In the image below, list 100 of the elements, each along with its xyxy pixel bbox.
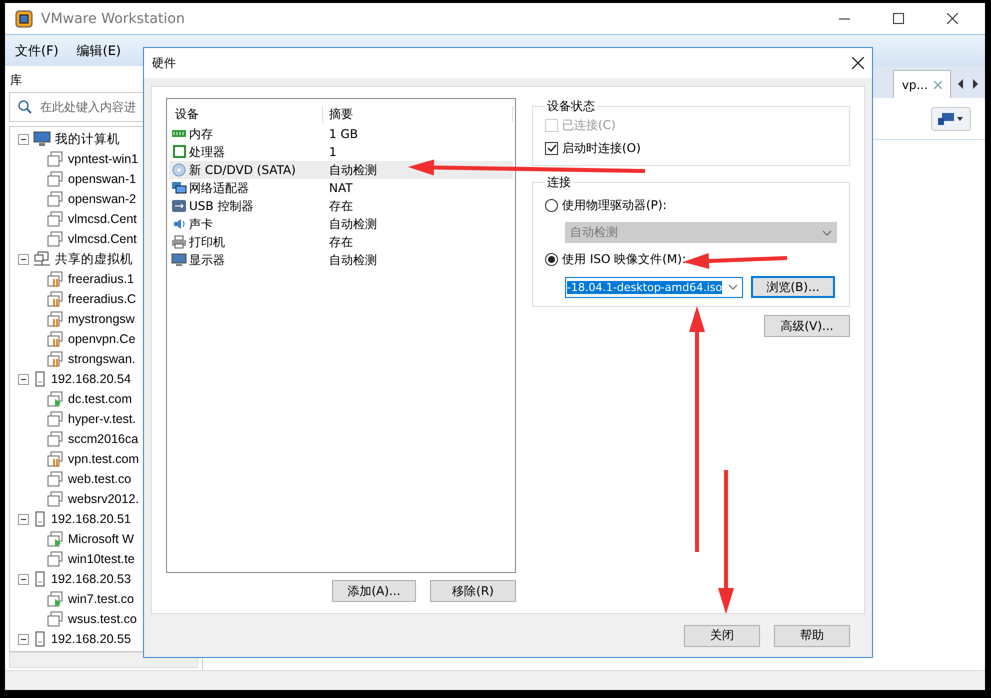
virtual-machine-icon: [46, 150, 64, 168]
virtual-machine-icon: [46, 170, 64, 188]
shared-machine-icon: [46, 290, 64, 308]
device-row[interactable]: 处理器 1: [169, 143, 513, 161]
virtual-machine-icon: [46, 230, 64, 248]
radio-button[interactable]: [545, 253, 558, 266]
tree-item[interactable]: Microsoft W: [68, 532, 134, 546]
group-title: 连接: [546, 174, 572, 191]
window-title: VMware Workstation: [41, 10, 186, 26]
device-row[interactable]: 网络适配器 NAT: [169, 179, 513, 197]
shared-machine-icon: [46, 310, 64, 328]
virtual-machine-icon: [46, 550, 64, 568]
virtual-machine-icon: [46, 490, 64, 508]
close-icon[interactable]: [852, 57, 864, 69]
tab-scroll-arrows-icon[interactable]: [957, 79, 979, 89]
running-machine-icon: [46, 590, 64, 608]
shared-machine-icon: [46, 270, 64, 288]
tree-item[interactable]: win10test.te: [68, 552, 135, 566]
tree-item[interactable]: 192.168.20.54: [51, 372, 131, 386]
server-icon: [33, 571, 47, 587]
checkbox-option[interactable]: 启动时连接(O): [545, 140, 837, 157]
virtual-machine-icon: [46, 190, 64, 208]
tree-item[interactable]: hyper-v.test.: [68, 412, 136, 426]
dropdown-caret-icon: [822, 230, 832, 236]
tree-item[interactable]: vlmcsd.Cent: [68, 212, 137, 226]
tree-item[interactable]: 共享的虚拟机: [55, 250, 133, 268]
server-icon: [33, 511, 47, 527]
running-machine-icon: [46, 390, 64, 408]
checkbox[interactable]: [545, 142, 558, 155]
virtual-machine-icon: [46, 610, 64, 628]
tree-item[interactable]: openswan-1: [68, 172, 136, 186]
dropdown-caret-icon: [728, 284, 738, 290]
tree-item[interactable]: 192.168.20.51: [51, 512, 131, 526]
tree-item[interactable]: websrv2012.: [68, 492, 139, 506]
search-icon: [18, 100, 32, 114]
collapse-icon[interactable]: [18, 374, 29, 384]
shared-machine-icon: [46, 350, 64, 368]
tree-item[interactable]: 我的计算机: [55, 130, 120, 148]
monitor-icon: [33, 131, 51, 147]
shared-machine-icon: [46, 330, 64, 348]
device-row[interactable]: 声卡 自动检测: [169, 215, 513, 233]
monitor-icon: [171, 253, 187, 267]
collapse-icon[interactable]: [18, 254, 29, 264]
device-row[interactable]: 显示器 自动检测: [169, 251, 513, 269]
virtual-machine-icon: [46, 210, 64, 228]
app-logo-icon: [15, 10, 33, 28]
running-machine-icon: [46, 530, 64, 548]
disc-icon: [171, 163, 187, 177]
server-icon: [33, 631, 47, 647]
tree-item[interactable]: web.test.co: [68, 472, 132, 486]
network-adapter-icon: [171, 181, 187, 195]
tree-item[interactable]: freeradius.1: [68, 272, 134, 286]
collapse-icon[interactable]: [18, 134, 29, 144]
virtual-machine-icon: [46, 470, 64, 488]
menu-item[interactable]: 编辑(E): [76, 42, 121, 60]
tree-item[interactable]: openswan-2: [68, 192, 136, 206]
virtual-machine-icon: [46, 410, 64, 428]
tree-item[interactable]: vpn.test.com: [68, 452, 139, 466]
column-header[interactable]: 设备: [169, 106, 323, 122]
device-row[interactable]: 打印机 存在: [169, 233, 513, 251]
tree-item[interactable]: mystrongsw: [68, 312, 135, 326]
collapse-icon[interactable]: [18, 514, 29, 524]
network-computers-icon: [33, 251, 51, 267]
display-mode-button[interactable]: [931, 106, 971, 130]
shared-machine-icon: [46, 450, 64, 468]
dialog-button[interactable]: 帮助: [774, 624, 850, 646]
column-header[interactable]: 摘要: [323, 106, 513, 122]
virtual-machine-icon: [46, 430, 64, 448]
tree-item[interactable]: 192.168.20.55: [51, 632, 131, 646]
collapse-icon[interactable]: [18, 574, 29, 584]
tree-item[interactable]: strongswan.: [68, 352, 136, 366]
device-row[interactable]: 新 CD/DVD (SATA) 自动检测: [169, 161, 513, 179]
minimize-icon: [838, 18, 850, 20]
windows-icon: [938, 112, 964, 124]
tab[interactable]: vp...: [892, 70, 951, 98]
tree-item[interactable]: sccm2016ca: [68, 432, 138, 446]
tree-item[interactable]: win7.test.co: [68, 592, 134, 606]
speaker-icon: [171, 217, 187, 231]
library-title: 库: [9, 72, 23, 89]
menu-item[interactable]: 文件(F): [15, 42, 59, 60]
iso-path-field[interactable]: -18.04.1-desktop-amd64.iso: [565, 276, 743, 298]
server-icon: [33, 371, 47, 387]
browse-button[interactable]: 浏览(B)...: [751, 276, 835, 298]
radio-option[interactable]: 使用 ISO 映像文件(M):: [545, 251, 837, 268]
usb-icon: [171, 199, 187, 213]
device-row[interactable]: 内存 1 GB: [169, 125, 513, 143]
tree-item[interactable]: openvpn.Ce: [68, 332, 136, 346]
tree-item[interactable]: dc.test.com: [68, 392, 132, 406]
list-action-button[interactable]: 移除(R): [430, 580, 516, 602]
tree-item[interactable]: freeradius.C: [68, 292, 136, 306]
device-row[interactable]: USB 控制器 存在: [169, 197, 513, 215]
dialog-title: 硬件: [152, 54, 177, 72]
tree-item[interactable]: 192.168.20.53: [51, 572, 131, 586]
tree-item[interactable]: wsus.test.co: [68, 612, 137, 626]
dialog-button[interactable]: 关闭: [684, 624, 760, 646]
tree-item[interactable]: vlmcsd.Cent: [68, 232, 137, 246]
collapse-icon[interactable]: [18, 634, 29, 644]
tree-item[interactable]: vpntest-win1: [68, 152, 138, 166]
list-action-button[interactable]: 添加(A)...: [332, 580, 416, 602]
advanced-button[interactable]: 高级(V)...: [764, 315, 850, 337]
